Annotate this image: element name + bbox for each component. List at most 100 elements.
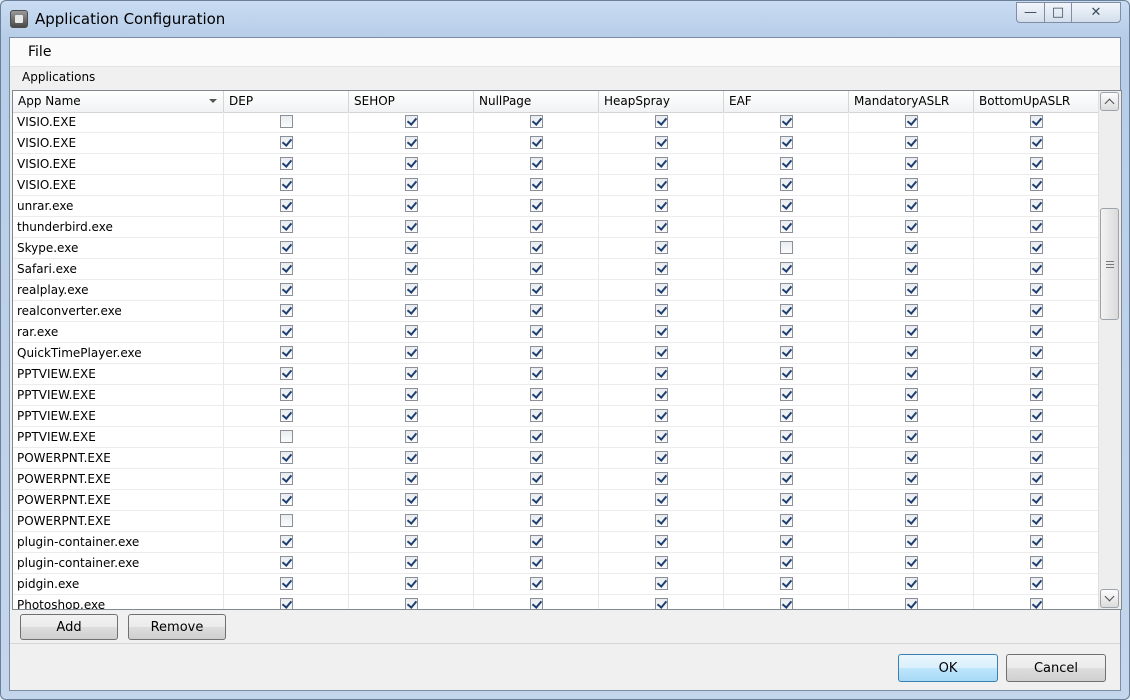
checkbox-sehop[interactable] xyxy=(404,451,418,464)
checkbox-dep[interactable] xyxy=(279,115,293,128)
checkbox-sehop[interactable] xyxy=(404,577,418,590)
checkbox-eaf[interactable] xyxy=(779,220,793,233)
app-name-cell[interactable]: plugin-container.exe xyxy=(13,532,224,553)
app-name-cell[interactable]: rar.exe xyxy=(13,322,224,343)
checkbox-nullpage[interactable] xyxy=(529,514,543,527)
title-bar[interactable]: Application Configuration — □ ✕ xyxy=(1,1,1129,37)
table-row[interactable]: realplay.exe xyxy=(13,280,1099,301)
checkbox-bottomupaslr[interactable] xyxy=(1029,241,1043,254)
checkbox-mandatoryaslr[interactable] xyxy=(904,178,918,191)
checkbox-mandatoryaslr[interactable] xyxy=(904,136,918,149)
checkbox-nullpage[interactable] xyxy=(529,283,543,296)
table-row[interactable]: POWERPNT.EXE xyxy=(13,511,1099,532)
column-header-app-name[interactable]: App Name xyxy=(13,91,224,112)
app-name-cell[interactable]: VISIO.EXE xyxy=(13,112,224,133)
checkbox-heapspray[interactable] xyxy=(654,388,668,401)
checkbox-nullpage[interactable] xyxy=(529,115,543,128)
checkbox-heapspray[interactable] xyxy=(654,199,668,212)
checkbox-nullpage[interactable] xyxy=(529,157,543,170)
checkbox-nullpage[interactable] xyxy=(529,136,543,149)
checkbox-sehop[interactable] xyxy=(404,598,418,609)
checkbox-bottomupaslr[interactable] xyxy=(1029,325,1043,338)
close-button[interactable]: ✕ xyxy=(1071,2,1121,23)
checkbox-bottomupaslr[interactable] xyxy=(1029,178,1043,191)
checkbox-eaf[interactable] xyxy=(779,430,793,443)
checkbox-bottomupaslr[interactable] xyxy=(1029,157,1043,170)
checkbox-mandatoryaslr[interactable] xyxy=(904,241,918,254)
checkbox-bottomupaslr[interactable] xyxy=(1029,220,1043,233)
checkbox-heapspray[interactable] xyxy=(654,451,668,464)
checkbox-heapspray[interactable] xyxy=(654,409,668,422)
checkbox-heapspray[interactable] xyxy=(654,598,668,609)
checkbox-dep[interactable] xyxy=(279,451,293,464)
checkbox-eaf[interactable] xyxy=(779,325,793,338)
table-row[interactable]: POWERPNT.EXE xyxy=(13,469,1099,490)
checkbox-eaf[interactable] xyxy=(779,136,793,149)
checkbox-heapspray[interactable] xyxy=(654,556,668,569)
checkbox-bottomupaslr[interactable] xyxy=(1029,199,1043,212)
checkbox-bottomupaslr[interactable] xyxy=(1029,493,1043,506)
checkbox-sehop[interactable] xyxy=(404,178,418,191)
checkbox-sehop[interactable] xyxy=(404,115,418,128)
checkbox-eaf[interactable] xyxy=(779,178,793,191)
checkbox-bottomupaslr[interactable] xyxy=(1029,556,1043,569)
checkbox-mandatoryaslr[interactable] xyxy=(904,199,918,212)
app-name-cell[interactable]: PPTVIEW.EXE xyxy=(13,427,224,448)
checkbox-nullpage[interactable] xyxy=(529,325,543,338)
checkbox-eaf[interactable] xyxy=(779,157,793,170)
app-name-cell[interactable]: thunderbird.exe xyxy=(13,217,224,238)
checkbox-sehop[interactable] xyxy=(404,556,418,569)
checkbox-heapspray[interactable] xyxy=(654,346,668,359)
app-name-cell[interactable]: Safari.exe xyxy=(13,259,224,280)
checkbox-dep[interactable] xyxy=(279,283,293,296)
checkbox-mandatoryaslr[interactable] xyxy=(904,325,918,338)
checkbox-mandatoryaslr[interactable] xyxy=(904,367,918,380)
checkbox-sehop[interactable] xyxy=(404,241,418,254)
checkbox-sehop[interactable] xyxy=(404,472,418,485)
checkbox-sehop[interactable] xyxy=(404,388,418,401)
checkbox-nullpage[interactable] xyxy=(529,262,543,275)
checkbox-sehop[interactable] xyxy=(404,409,418,422)
scroll-thumb[interactable] xyxy=(1100,208,1119,320)
menu-file[interactable]: File xyxy=(28,44,51,60)
checkbox-nullpage[interactable] xyxy=(529,409,543,422)
table-row[interactable]: Photoshop.exe xyxy=(13,595,1099,609)
table-row[interactable]: QuickTimePlayer.exe xyxy=(13,343,1099,364)
checkbox-heapspray[interactable] xyxy=(654,430,668,443)
checkbox-bottomupaslr[interactable] xyxy=(1029,451,1043,464)
checkbox-nullpage[interactable] xyxy=(529,556,543,569)
checkbox-bottomupaslr[interactable] xyxy=(1029,514,1043,527)
checkbox-dep[interactable] xyxy=(279,157,293,170)
checkbox-dep[interactable] xyxy=(279,577,293,590)
checkbox-sehop[interactable] xyxy=(404,346,418,359)
table-row[interactable]: VISIO.EXE xyxy=(13,154,1099,175)
checkbox-mandatoryaslr[interactable] xyxy=(904,556,918,569)
table-row[interactable]: realconverter.exe xyxy=(13,301,1099,322)
checkbox-dep[interactable] xyxy=(279,136,293,149)
checkbox-bottomupaslr[interactable] xyxy=(1029,577,1043,590)
checkbox-eaf[interactable] xyxy=(779,304,793,317)
checkbox-heapspray[interactable] xyxy=(654,115,668,128)
checkbox-dep[interactable] xyxy=(279,472,293,485)
checkbox-mandatoryaslr[interactable] xyxy=(904,346,918,359)
checkbox-dep[interactable] xyxy=(279,325,293,338)
checkbox-mandatoryaslr[interactable] xyxy=(904,472,918,485)
cancel-button[interactable]: Cancel xyxy=(1006,654,1106,682)
checkbox-bottomupaslr[interactable] xyxy=(1029,409,1043,422)
scroll-down-button[interactable] xyxy=(1100,589,1119,608)
checkbox-heapspray[interactable] xyxy=(654,178,668,191)
app-name-cell[interactable]: plugin-container.exe xyxy=(13,553,224,574)
checkbox-eaf[interactable] xyxy=(779,199,793,212)
checkbox-eaf[interactable] xyxy=(779,472,793,485)
checkbox-sehop[interactable] xyxy=(404,535,418,548)
checkbox-dep[interactable] xyxy=(279,493,293,506)
checkbox-bottomupaslr[interactable] xyxy=(1029,115,1043,128)
checkbox-mandatoryaslr[interactable] xyxy=(904,283,918,296)
checkbox-dep[interactable] xyxy=(279,430,293,443)
checkbox-sehop[interactable] xyxy=(404,220,418,233)
app-name-cell[interactable]: unrar.exe xyxy=(13,196,224,217)
checkbox-eaf[interactable] xyxy=(779,115,793,128)
minimize-button[interactable]: — xyxy=(1016,2,1044,23)
app-name-cell[interactable]: pidgin.exe xyxy=(13,574,224,595)
checkbox-dep[interactable] xyxy=(279,535,293,548)
